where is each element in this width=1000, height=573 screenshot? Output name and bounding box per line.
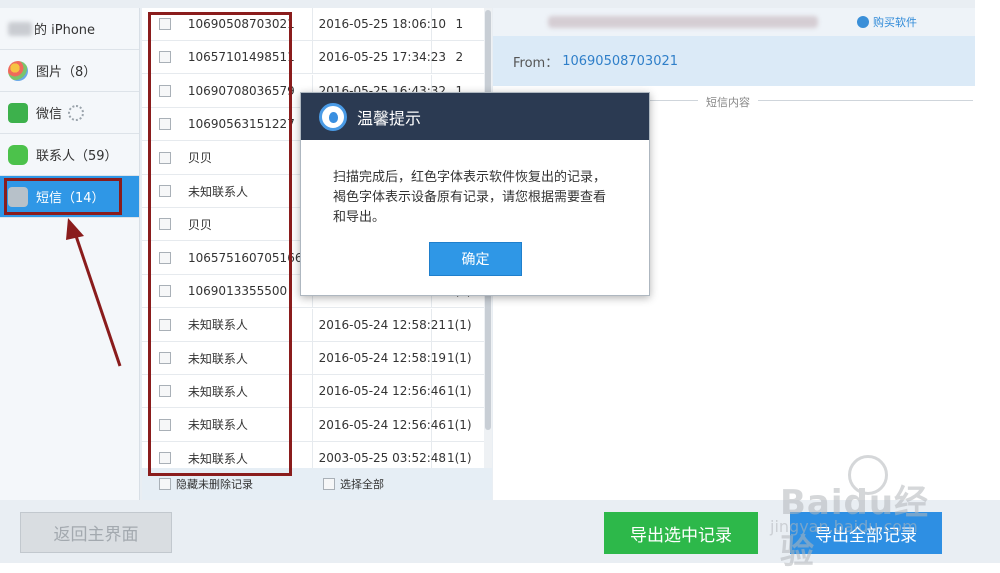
from-value: 10690508703021 xyxy=(562,53,679,69)
info-icon xyxy=(857,16,869,28)
detail-topbar: 购买软件 xyxy=(493,8,975,36)
message-count: 1(1) xyxy=(446,317,472,332)
message-content-label: 短信内容 xyxy=(698,94,758,110)
hide-undeleted-label: 隐藏未删除记录 xyxy=(176,478,253,491)
message-count: 1 xyxy=(455,17,464,31)
message-count: 1(1) xyxy=(446,351,472,365)
sidebar-item-photos[interactable]: 图片（8） xyxy=(0,50,139,92)
sidebar-item-label: 图片（8） xyxy=(36,65,97,80)
from-label: From： xyxy=(513,55,559,71)
contacts-icon xyxy=(8,144,28,165)
message-count: 1(1) xyxy=(446,451,472,466)
select-all-label: 选择全部 xyxy=(340,478,384,491)
back-to-main-button[interactable]: 返回主界面 xyxy=(20,512,172,553)
tip-dialog: 温馨提示 扫描完成后，红色字体表示软件恢复出的记录，褐色字体表示设备原有记录，请… xyxy=(300,92,650,296)
message-date: 2016-05-24 12:58:21 xyxy=(311,308,446,341)
sidebar-item-contacts[interactable]: 联系人（59） xyxy=(0,134,139,176)
annotation-arrow-icon xyxy=(66,218,122,367)
message-date: 2016-05-25 17:34:23 xyxy=(311,41,446,74)
from-bar: From： 10690508703021 xyxy=(493,36,975,86)
message-count: 1(1) xyxy=(446,417,472,432)
message-date: 2016-05-24 12:58:19 xyxy=(311,342,446,374)
annotation-highlight-sms xyxy=(4,178,122,215)
message-date: 2016-05-24 12:56:46 xyxy=(311,375,446,408)
message-count: 1(1) xyxy=(446,384,472,399)
divider xyxy=(643,100,973,101)
message-date: 2016-05-25 18:06:10 xyxy=(311,8,446,40)
hide-undeleted-checkbox[interactable] xyxy=(159,478,171,490)
message-date: 2016-05-24 12:56:46 xyxy=(311,408,446,441)
ok-button[interactable]: 确定 xyxy=(429,242,522,276)
photos-icon xyxy=(8,60,28,81)
bottom-bar: 返回主界面 导出选中记录 导出全部记录 xyxy=(0,500,1000,563)
device-item[interactable]: 的 iPhone xyxy=(0,8,139,50)
export-all-button[interactable]: 导出全部记录 xyxy=(790,512,942,554)
app-logo-icon xyxy=(319,102,347,131)
buy-label: 购买软件 xyxy=(873,16,917,29)
buy-software-link[interactable]: 购买软件 xyxy=(857,14,917,30)
blurred-banner xyxy=(548,16,818,28)
dialog-message: 扫描完成后，红色字体表示软件恢复出的记录，褐色字体表示设备原有记录，请您根据需要… xyxy=(333,170,607,225)
loading-spinner-icon xyxy=(68,104,85,121)
export-selected-button[interactable]: 导出选中记录 xyxy=(604,512,758,554)
wechat-icon xyxy=(8,102,28,123)
device-label: 的 iPhone xyxy=(34,23,96,38)
select-all-checkbox[interactable] xyxy=(323,478,335,490)
annotation-highlight-names xyxy=(148,12,292,476)
dialog-header: 温馨提示 xyxy=(301,93,649,140)
sidebar-item-label: 微信 xyxy=(36,107,63,122)
message-count: 2 xyxy=(455,50,464,65)
message-date: 2003-05-25 03:52:48 xyxy=(311,442,446,468)
sidebar-item-wechat[interactable]: 微信 xyxy=(0,92,139,134)
blurred-device-name xyxy=(8,21,32,36)
dialog-title: 温馨提示 xyxy=(357,108,422,128)
sidebar-item-label: 联系人（59） xyxy=(36,149,118,164)
